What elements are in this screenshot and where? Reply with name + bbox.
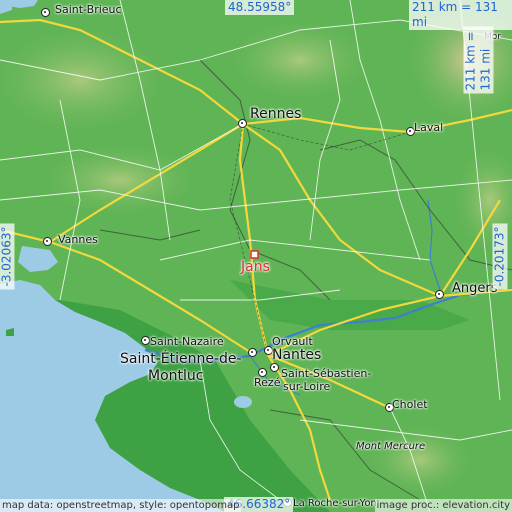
place-label-mont-mercure: Mont Mercure — [356, 441, 426, 452]
map-view[interactable]: Saint-Brieuc Rennes Laval Vannes Jans An… — [0, 0, 512, 512]
city-dot-icon — [43, 237, 52, 246]
city-dot-icon — [248, 348, 257, 357]
place-label-vannes: Vannes — [58, 233, 98, 246]
city-dot-icon — [41, 8, 50, 17]
city-dot-icon — [238, 119, 247, 128]
place-label-rennes: Rennes — [250, 106, 302, 122]
place-label-nantes: Nantes — [272, 347, 322, 363]
place-label-sur-loire: sur-Loire — [283, 380, 331, 393]
scale-right: 211 km = 131 mi — [463, 26, 494, 94]
city-dot-icon — [270, 363, 279, 372]
city-dot-icon — [141, 336, 150, 345]
coord-right: -0.20173° — [492, 223, 508, 290]
place-label-saint-sebastien: Saint-Sébastien- — [281, 367, 372, 380]
place-label-angers: Angers — [452, 281, 498, 296]
coord-top: 48.55958° — [225, 0, 295, 15]
place-label-la-roche: La Roche-sur-Yon — [293, 498, 377, 509]
place-label-laval: Laval — [414, 121, 444, 134]
place-label-montluc: Montluc — [148, 368, 204, 384]
place-label-saint-brieuc: Saint-Brieuc — [55, 3, 122, 16]
place-label-reze: Rezé — [254, 376, 281, 389]
place-label-cholet: Cholet — [392, 398, 428, 411]
marker-label: Jans — [241, 259, 270, 275]
coord-left: -3.02063° — [0, 223, 15, 290]
image-credit: image proc.: elevation.city — [374, 499, 512, 512]
city-dot-icon — [435, 290, 444, 299]
map-credit: map data: openstreetmap, style: opentopo… — [0, 499, 242, 512]
place-label-saint-etienne: Saint-Étienne-de- — [120, 351, 242, 367]
scale-top: 211 km = 131 mi — [409, 0, 512, 30]
location-marker-icon — [250, 250, 259, 259]
place-label-saint-nazaire: Saint-Nazaire — [150, 335, 224, 348]
terrain-layer — [0, 0, 512, 512]
